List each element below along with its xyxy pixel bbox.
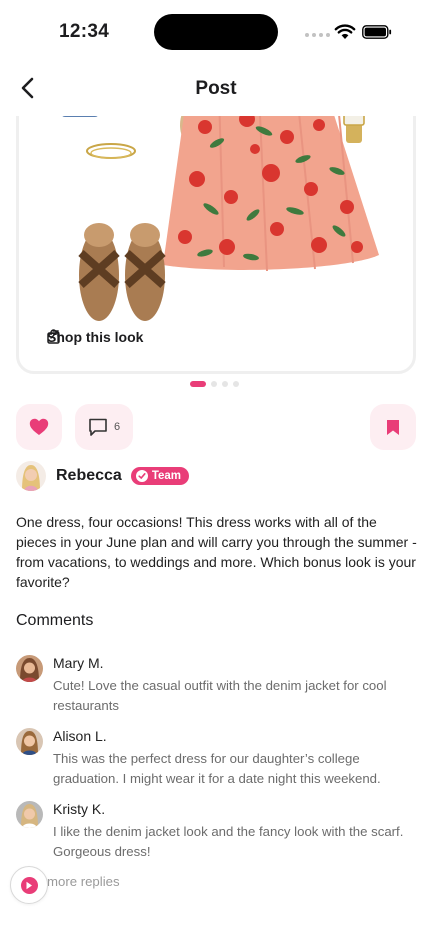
heart-icon (29, 418, 49, 435)
shop-this-look-label: Shop this look (47, 329, 144, 345)
comment-author: Mary M. (53, 655, 104, 671)
comment-text: This was the perfect dress for our daugh… (53, 751, 381, 786)
avatar (16, 728, 43, 755)
bookmark-icon (387, 419, 399, 435)
like-button[interactable] (16, 404, 62, 450)
comment-text: I like the denim jacket look and the fan… (53, 824, 404, 859)
comment-button[interactable]: 6 (75, 404, 133, 450)
external-arrow-icon (50, 330, 59, 339)
team-badge: Team (130, 467, 190, 485)
play-button[interactable] (10, 866, 48, 904)
verified-check-icon (135, 470, 148, 482)
avatar (16, 461, 46, 491)
comment-text: Cute! Love the casual outfit with the de… (53, 678, 387, 713)
comment-icon (89, 418, 107, 436)
nav-header: Post (0, 62, 432, 116)
shop-this-look-link[interactable]: Shop this look (47, 329, 143, 345)
carousel-dot[interactable] (222, 381, 228, 387)
more-replies-link[interactable]: more replies (47, 874, 120, 889)
status-bar: 12:34 (0, 0, 432, 62)
post-caption: One dress, four occasions! This dress wo… (16, 514, 417, 590)
cellular-signal-icon (305, 33, 330, 37)
avatar (16, 801, 43, 828)
carousel-dot[interactable] (233, 381, 239, 387)
post-author[interactable]: Rebecca Team (16, 461, 190, 491)
post-actions: 6 (16, 404, 416, 450)
comment-item[interactable]: Kristy K. I like the denim jacket look a… (16, 801, 416, 862)
page-title: Post (195, 78, 237, 99)
play-icon (20, 876, 38, 894)
carousel-dot[interactable] (211, 381, 217, 387)
comment-item[interactable]: Mary M. Cute! Love the casual outfit wit… (16, 655, 416, 716)
team-badge-label: Team (151, 470, 182, 482)
battery-icon (362, 25, 392, 39)
avatar (16, 655, 43, 682)
comment-item[interactable]: Alison L. This was the perfect dress for… (16, 728, 416, 789)
comment-count: 6 (113, 421, 121, 433)
dynamic-island (154, 14, 278, 50)
carousel-indicator (190, 381, 239, 387)
post-image-card[interactable]: Shop this look (16, 94, 416, 374)
comments-heading: Comments (16, 612, 94, 629)
comment-author: Alison L. (53, 728, 107, 744)
comment-author: Kristy K. (53, 801, 106, 817)
status-time: 12:34 (59, 21, 110, 42)
bookmark-button[interactable] (370, 404, 416, 450)
carousel-dot[interactable] (190, 381, 206, 387)
wifi-icon (334, 24, 356, 39)
author-name: Rebecca (56, 467, 122, 484)
